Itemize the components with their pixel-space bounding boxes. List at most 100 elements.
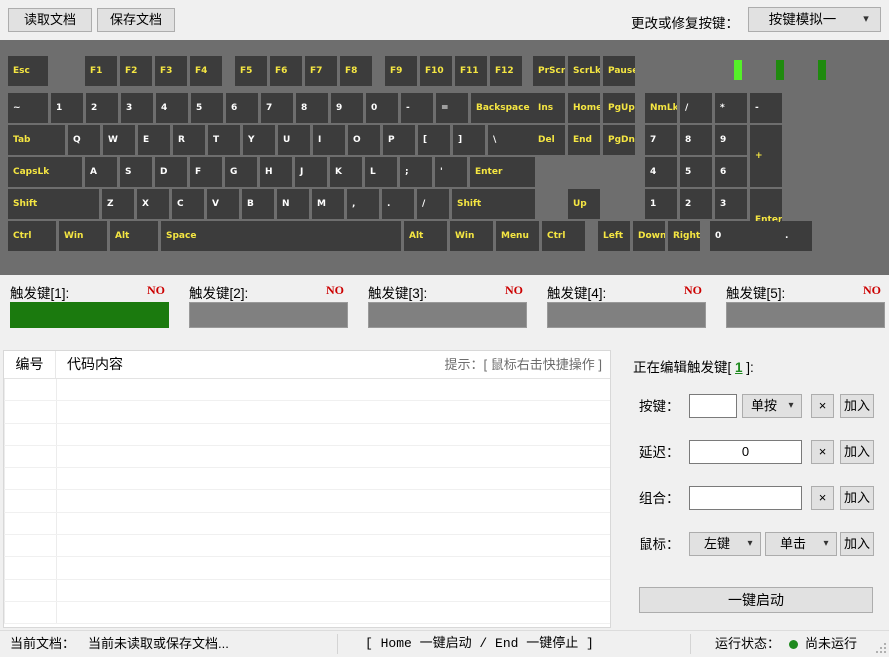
key-space[interactable]: Space <box>161 221 401 251</box>
table-row[interactable] <box>4 490 610 512</box>
key-b[interactable]: B <box>242 189 274 219</box>
key-e[interactable]: E <box>138 125 170 155</box>
key-pgdn[interactable]: PgDn <box>603 125 635 155</box>
mouse-add-button[interactable]: 加入 <box>840 532 874 556</box>
trigger-key-5-slot[interactable] <box>726 302 885 328</box>
key-f7[interactable]: F7 <box>305 56 337 86</box>
key-capslk[interactable]: CapsLk <box>8 157 82 187</box>
key-f3[interactable]: F3 <box>155 56 187 86</box>
key-home[interactable]: Home <box>568 93 600 123</box>
key-[interactable]: . <box>382 189 414 219</box>
key-8[interactable]: 8 <box>680 125 712 155</box>
key-f4[interactable]: F4 <box>190 56 222 86</box>
trigger-key-1[interactable]: 触发键[1]:NO <box>8 278 171 340</box>
code-table[interactable]: 编号 代码内容 提示：[ 鼠标右击快捷操作 ] <box>3 350 611 628</box>
key-g[interactable]: G <box>225 157 257 187</box>
key-ins[interactable]: Ins <box>533 93 565 123</box>
key-d[interactable]: D <box>155 157 187 187</box>
key-pause[interactable]: Pause <box>603 56 635 86</box>
key-4[interactable]: 4 <box>156 93 188 123</box>
resize-grip-icon[interactable] <box>874 641 886 653</box>
mouse-action-combo[interactable]: 单击 ▾ <box>765 532 837 556</box>
key-[interactable]: + <box>750 125 782 187</box>
key-f9[interactable]: F9 <box>385 56 417 86</box>
table-row[interactable] <box>4 580 610 602</box>
key-up[interactable]: Up <box>568 189 600 219</box>
key-k[interactable]: K <box>330 157 362 187</box>
key-a[interactable]: A <box>85 157 117 187</box>
key-2[interactable]: 2 <box>86 93 118 123</box>
key-win[interactable]: Win <box>59 221 107 251</box>
table-row[interactable] <box>4 424 610 446</box>
read-document-button[interactable]: 读取文档 <box>8 8 92 32</box>
key-u[interactable]: U <box>278 125 310 155</box>
key-shift[interactable]: Shift <box>452 189 535 219</box>
save-document-button[interactable]: 保存文档 <box>97 8 175 32</box>
key-ctrl[interactable]: Ctrl <box>542 221 585 251</box>
key-t[interactable]: T <box>208 125 240 155</box>
delay-add-button[interactable]: 加入 <box>840 440 874 464</box>
key-p[interactable]: P <box>383 125 415 155</box>
key-[interactable]: ~ <box>8 93 48 123</box>
trigger-key-3-slot[interactable] <box>368 302 527 328</box>
key-7[interactable]: 7 <box>261 93 293 123</box>
key-1[interactable]: 1 <box>645 189 677 219</box>
key-alt[interactable]: Alt <box>404 221 447 251</box>
key-j[interactable]: J <box>295 157 327 187</box>
key-i[interactable]: I <box>313 125 345 155</box>
key-clear-button[interactable]: × <box>811 394 834 418</box>
trigger-key-1-slot[interactable] <box>10 302 169 328</box>
key-[interactable]: ' <box>435 157 467 187</box>
key-0[interactable]: 0 <box>710 221 777 251</box>
key-[interactable]: , <box>347 189 379 219</box>
key-9[interactable]: 9 <box>331 93 363 123</box>
trigger-key-2-slot[interactable] <box>189 302 348 328</box>
trigger-key-3[interactable]: 触发键[3]:NO <box>366 278 529 340</box>
key-m[interactable]: M <box>312 189 344 219</box>
key-right[interactable]: Right <box>668 221 700 251</box>
key-v[interactable]: V <box>207 189 239 219</box>
key-f12[interactable]: F12 <box>490 56 522 86</box>
key-z[interactable]: Z <box>102 189 134 219</box>
key-win[interactable]: Win <box>450 221 493 251</box>
key-[interactable]: / <box>680 93 712 123</box>
combo-input[interactable] <box>689 486 802 510</box>
code-table-body[interactable] <box>4 379 610 624</box>
key-[interactable]: / <box>417 189 449 219</box>
key-alt[interactable]: Alt <box>110 221 158 251</box>
key-[interactable]: [ <box>418 125 450 155</box>
key-9[interactable]: 9 <box>715 125 747 155</box>
key-[interactable]: - <box>750 93 782 123</box>
key-w[interactable]: W <box>103 125 135 155</box>
key-x[interactable]: X <box>137 189 169 219</box>
key-f2[interactable]: F2 <box>120 56 152 86</box>
table-row[interactable] <box>4 446 610 468</box>
table-row[interactable] <box>4 468 610 490</box>
key-h[interactable]: H <box>260 157 292 187</box>
key-mode-combo[interactable]: 单按 ▾ <box>742 394 802 418</box>
key-6[interactable]: 6 <box>715 157 747 187</box>
trigger-key-2[interactable]: 触发键[2]:NO <box>187 278 350 340</box>
key-f8[interactable]: F8 <box>340 56 372 86</box>
key-q[interactable]: Q <box>68 125 100 155</box>
key-end[interactable]: End <box>568 125 600 155</box>
key-pgup[interactable]: PgUp <box>603 93 635 123</box>
key-[interactable]: \ <box>488 125 535 155</box>
key-del[interactable]: Del <box>533 125 565 155</box>
key-nmlk[interactable]: NmLk <box>645 93 677 123</box>
key-[interactable]: = <box>436 93 468 123</box>
key-3[interactable]: 3 <box>121 93 153 123</box>
table-row[interactable] <box>4 557 610 579</box>
key-4[interactable]: 4 <box>645 157 677 187</box>
combo-add-button[interactable]: 加入 <box>840 486 874 510</box>
key-shift[interactable]: Shift <box>8 189 99 219</box>
key-tab[interactable]: Tab <box>8 125 65 155</box>
key-f11[interactable]: F11 <box>455 56 487 86</box>
key-c[interactable]: C <box>172 189 204 219</box>
key-esc[interactable]: Esc <box>8 56 48 86</box>
key-scrlk[interactable]: ScrLk <box>568 56 600 86</box>
table-row[interactable] <box>4 602 610 624</box>
table-row[interactable] <box>4 379 610 401</box>
key-f6[interactable]: F6 <box>270 56 302 86</box>
mouse-button-combo[interactable]: 左键 ▾ <box>689 532 761 556</box>
